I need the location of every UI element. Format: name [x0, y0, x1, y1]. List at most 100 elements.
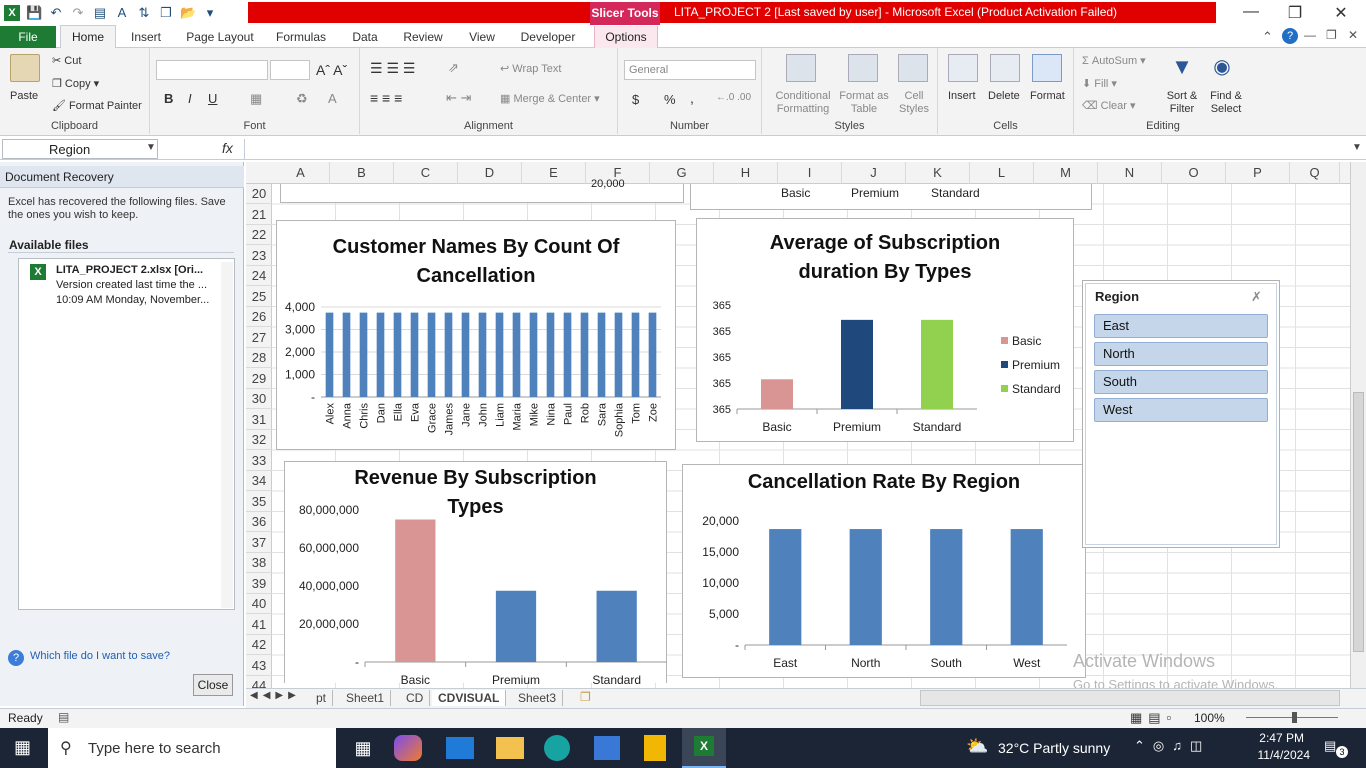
autosum-button[interactable]: Σ AutoSum ▾: [1082, 54, 1146, 67]
slicer-item-north[interactable]: North: [1094, 342, 1268, 366]
column-header-N[interactable]: N: [1098, 162, 1162, 184]
column-header-Q[interactable]: Q: [1290, 162, 1340, 184]
column-header-E[interactable]: E: [522, 162, 586, 184]
windows-start-icon[interactable]: ▦: [14, 737, 34, 757]
bold-button[interactable]: B: [164, 91, 173, 106]
wb-minimize-icon[interactable]: —: [1304, 28, 1316, 42]
row-header-30[interactable]: 30: [246, 389, 272, 409]
column-header-J[interactable]: J: [842, 162, 906, 184]
insert-function-icon[interactable]: fx: [222, 140, 233, 156]
zoom-slider[interactable]: [1232, 711, 1350, 723]
recovery-close-button[interactable]: Close: [193, 674, 233, 696]
column-header-O[interactable]: O: [1162, 162, 1226, 184]
task-view-icon[interactable]: ▦: [346, 733, 380, 763]
row-header-37[interactable]: 37: [246, 533, 272, 553]
indent-icon[interactable]: ⇤ ⇥: [446, 90, 471, 106]
slicer-item-south[interactable]: South: [1094, 370, 1268, 394]
font-color-icon[interactable]: A: [328, 91, 337, 106]
sort-icon[interactable]: ⇅: [136, 5, 152, 21]
insert-sheet-icon[interactable]: ❐: [580, 690, 591, 704]
customize-qat-icon[interactable]: ▾: [202, 5, 218, 21]
row-header-28[interactable]: 28: [246, 348, 272, 368]
open-icon[interactable]: 📂: [180, 5, 196, 21]
insert-cells-button[interactable]: Insert: [948, 90, 976, 102]
grow-font-icon[interactable]: Aˆ Aˇ: [316, 62, 347, 78]
row-header-35[interactable]: 35: [246, 492, 272, 512]
cut-button[interactable]: ✂ Cut: [52, 54, 81, 67]
spelling-icon[interactable]: A: [114, 5, 130, 21]
wrap-text-button[interactable]: ↩ Wrap Text: [500, 62, 561, 75]
file-explorer-icon[interactable]: [496, 737, 524, 759]
column-header-B[interactable]: B: [330, 162, 394, 184]
row-header-26[interactable]: 26: [246, 307, 272, 327]
row-header-25[interactable]: 25: [246, 287, 272, 307]
chart-cancellation-by-region[interactable]: Cancellation Rate By Region 20,000 15,000…: [682, 464, 1086, 678]
chart-fragment-left[interactable]: 20,000: [280, 178, 684, 203]
column-header-D[interactable]: D: [458, 162, 522, 184]
formula-input[interactable]: [244, 139, 1348, 159]
notification-icon[interactable]: ▤: [1324, 738, 1336, 754]
number-format-select[interactable]: General: [624, 60, 756, 80]
wb-close-icon[interactable]: ✕: [1348, 28, 1358, 42]
row-header-23[interactable]: 23: [246, 246, 272, 266]
sheet-tab-cdvisual[interactable]: CDVISUAL: [432, 690, 507, 706]
fill-button[interactable]: ⬇ Fill ▾: [1082, 77, 1117, 90]
macro-record-icon[interactable]: ▤: [58, 710, 69, 724]
undo-icon[interactable]: ↶: [48, 5, 64, 21]
form-icon[interactable]: ▤: [92, 5, 108, 21]
decimal-icon[interactable]: ←.0 .00: [716, 92, 751, 103]
sheet-tab-pt[interactable]: pt: [310, 690, 334, 706]
row-header-38[interactable]: 38: [246, 553, 272, 573]
row-header-24[interactable]: 24: [246, 266, 272, 286]
clear-button[interactable]: ⌫ Clear ▾: [1082, 99, 1136, 112]
column-header-G[interactable]: G: [650, 162, 714, 184]
format-as-table-button[interactable]: Format as Table: [838, 90, 890, 116]
sheet-tab-sheet1[interactable]: Sheet1: [340, 690, 392, 706]
close-icon[interactable]: ✕: [1326, 3, 1356, 23]
column-header-L[interactable]: L: [970, 162, 1034, 184]
tab-insert[interactable]: Insert: [126, 26, 166, 48]
row-header-21[interactable]: 21: [246, 205, 272, 225]
sort-filter-button[interactable]: Sort & Filter: [1162, 90, 1202, 116]
row-header-29[interactable]: 29: [246, 369, 272, 389]
copy-button[interactable]: ❐ Copy ▾: [52, 77, 99, 90]
row-header-27[interactable]: 27: [246, 328, 272, 348]
taskbar-search[interactable]: ⚲ Type here to search: [48, 728, 336, 768]
sheet-nav-icon[interactable]: ◀◀▶▶: [250, 690, 301, 701]
tab-file[interactable]: File: [0, 26, 56, 48]
underline-button[interactable]: U: [208, 91, 217, 106]
format-cells-button[interactable]: Format: [1030, 90, 1065, 102]
tab-home[interactable]: Home: [60, 25, 116, 49]
row-header-34[interactable]: 34: [246, 471, 272, 491]
fill-color-icon[interactable]: ♻: [296, 91, 308, 107]
font-size-input[interactable]: [270, 60, 310, 80]
recovery-scrollbar[interactable]: [221, 262, 233, 608]
row-header-20[interactable]: 20: [246, 184, 272, 204]
font-name-input[interactable]: [156, 60, 268, 80]
comma-button[interactable]: ,: [690, 90, 694, 106]
delete-cells-button[interactable]: Delete: [988, 90, 1020, 102]
tab-formulas[interactable]: Formulas: [274, 26, 328, 48]
borders-icon[interactable]: ▦: [250, 91, 262, 107]
row-header-33[interactable]: 33: [246, 451, 272, 471]
mail-icon[interactable]: [446, 737, 474, 759]
align-top-icon[interactable]: ☰ ☰ ☰: [370, 60, 415, 77]
cell-styles-button[interactable]: Cell Styles: [894, 90, 934, 116]
redo-icon[interactable]: ↷: [70, 5, 86, 21]
italic-button[interactable]: I: [188, 91, 192, 106]
vertical-scrollbar[interactable]: [1350, 162, 1366, 688]
paste-icon[interactable]: [10, 54, 40, 82]
row-header-39[interactable]: 39: [246, 574, 272, 594]
row-header-43[interactable]: 43: [246, 656, 272, 676]
sheet-tab-sheet3[interactable]: Sheet3: [512, 690, 564, 706]
percent-button[interactable]: %: [664, 92, 676, 107]
edge-icon[interactable]: [544, 735, 570, 761]
zoom-thumb[interactable]: [1292, 712, 1297, 723]
chart-avg-subscription-duration[interactable]: Average of Subscription duration By Type…: [696, 218, 1074, 442]
column-header-C[interactable]: C: [394, 162, 458, 184]
tab-data[interactable]: Data: [346, 26, 384, 48]
align-left-icon[interactable]: ≡ ≡ ≡: [370, 90, 402, 106]
copy-icon[interactable]: ❐: [158, 5, 174, 21]
slicer-item-east[interactable]: East: [1094, 314, 1268, 338]
system-tray-icons[interactable]: ⌃◎♫◫: [1134, 738, 1210, 754]
